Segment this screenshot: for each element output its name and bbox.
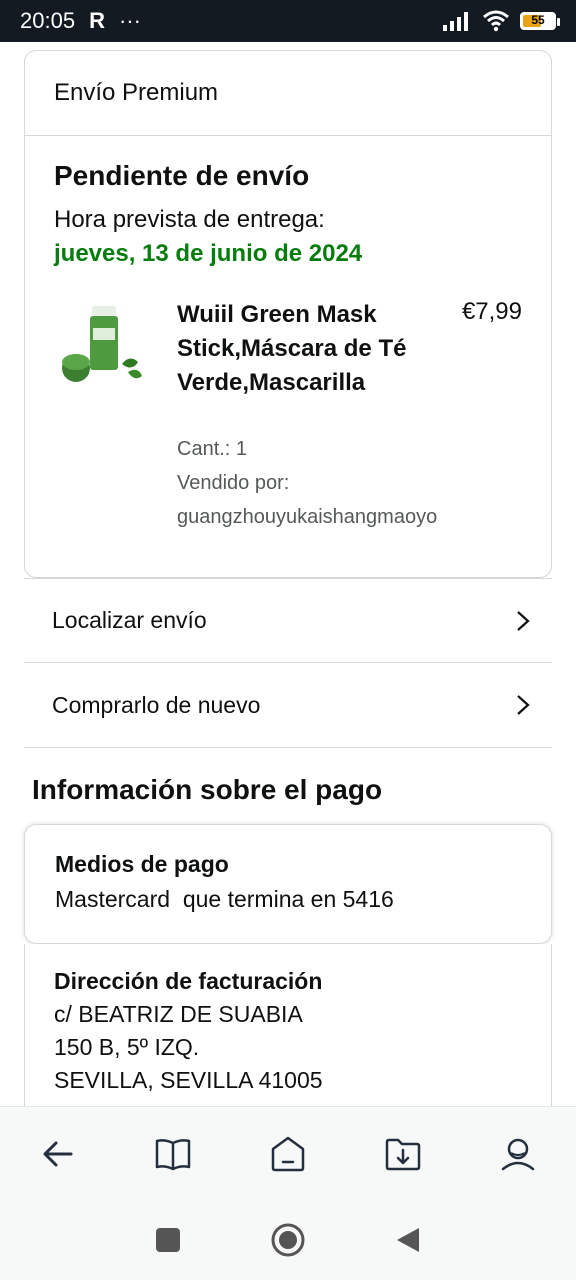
book-icon [155,1138,191,1170]
status-indicator: R [89,8,105,33]
signal-icon [443,12,468,31]
shipping-type: Envío Premium [25,51,551,136]
payment-method-value: Mastercard que termina en 5416 [55,886,394,912]
product-quantity: Cant.: 1 [177,438,248,460]
back-arrow-icon [43,1141,73,1166]
battery-level: 55 [531,13,545,27]
home-icon [271,1136,305,1171]
account-icon [502,1138,535,1170]
system-nav-bar [0,1200,576,1280]
home-circle-icon[interactable] [270,1222,306,1258]
billing-address-label: Dirección de facturación [54,968,323,994]
track-package-label: Localizar envío [52,607,207,633]
buy-again-row[interactable]: Comprarlo de nuevo [24,663,552,748]
product-title[interactable]: Wuiil Green Mask Stick,Máscara de Té Ver… [177,298,407,400]
status-bar: 20:05 R ··· 55 [0,0,576,42]
chevron-right-icon [517,695,530,715]
billing-address-line2: 150 B, 5º IZQ. [54,1034,200,1060]
billing-address-line1: c/ BEATRIZ DE SUABIA [54,1001,303,1027]
seller-name: guangzhouyukaishangmaoyo [177,506,438,528]
billing-address-line3: SEVILLA, SEVILLA 41005 [54,1067,323,1093]
payment-method-card: Medios de pago Mastercard que termina en… [24,824,552,944]
shipment-status: Pendiente de envío [54,160,310,191]
payment-section-title: Información sobre el pago [32,774,383,805]
page-content: Envío Premium Pendiente de envío Hora pr… [0,42,576,1106]
seller-label: Vendido por: [177,472,290,494]
track-package-row[interactable]: Localizar envío [24,578,552,663]
eta-label: Hora prevista de entrega: [54,206,325,233]
chevron-right-icon [517,610,530,631]
product-image[interactable] [54,298,150,394]
back-triangle-icon[interactable] [395,1226,421,1254]
product-price: €7,99 [461,298,522,325]
bookmarks-button[interactable] [143,1124,203,1184]
downloads-button[interactable] [373,1124,433,1184]
browser-bottom-nav [0,1106,576,1200]
payment-method-label: Medios de pago [55,851,229,877]
wifi-icon [483,10,509,32]
back-button[interactable] [28,1124,88,1184]
download-folder-icon [385,1138,421,1170]
eta-date: jueves, 13 de junio de 2024 [54,240,363,267]
buy-again-label: Comprarlo de nuevo [52,691,261,718]
battery-icon: 55 [520,12,560,30]
order-item[interactable]: Wuiil Green Mask Stick,Máscara de Té Ver… [54,298,522,538]
billing-address-card: Dirección de facturación c/ BEATRIZ DE S… [24,944,552,1106]
account-button[interactable] [488,1124,548,1184]
status-time: 20:05 [20,8,76,33]
status-dots: ··· [118,8,141,33]
recent-apps-icon[interactable] [155,1227,181,1253]
shipment-card: Envío Premium Pendiente de envío Hora pr… [24,50,552,578]
home-button[interactable] [258,1124,318,1184]
